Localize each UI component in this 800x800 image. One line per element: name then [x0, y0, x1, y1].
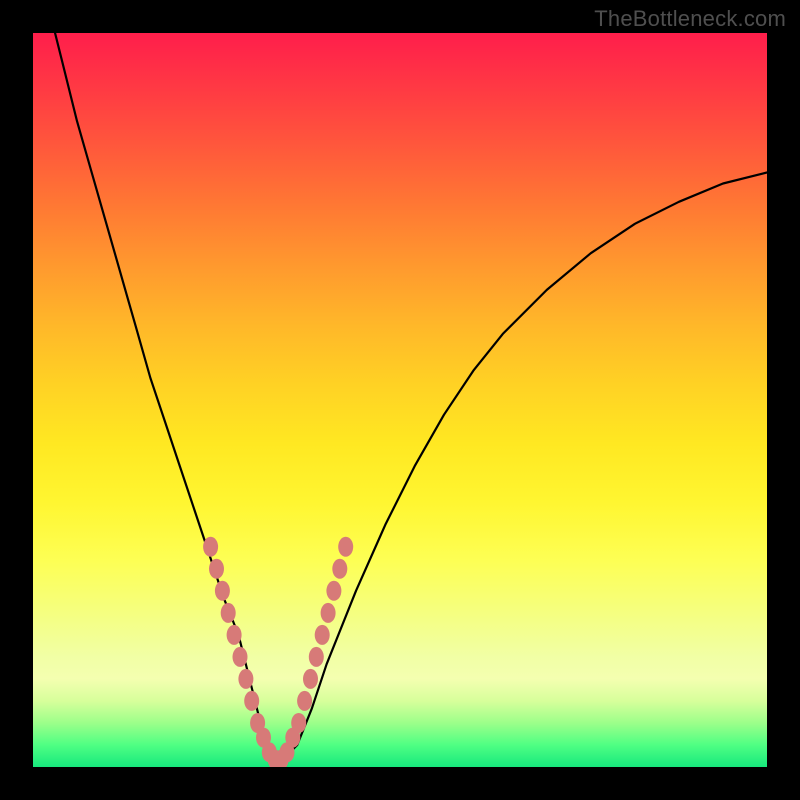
highlight-dot — [338, 537, 353, 557]
highlight-dot — [221, 603, 236, 623]
highlight-dot — [315, 625, 330, 645]
highlight-dot — [238, 669, 253, 689]
highlight-dot — [233, 647, 248, 667]
highlight-dot — [227, 625, 242, 645]
bottleneck-curve — [48, 33, 767, 760]
highlight-dot — [297, 691, 312, 711]
curve-layer — [48, 33, 767, 760]
chart-frame: TheBottleneck.com — [0, 0, 800, 800]
highlight-dot — [203, 537, 218, 557]
highlight-dot — [244, 691, 259, 711]
highlight-dot — [321, 603, 336, 623]
highlight-dot — [209, 559, 224, 579]
highlight-dot — [326, 581, 341, 601]
highlight-dot — [309, 647, 324, 667]
highlight-dot — [291, 713, 306, 733]
chart-svg — [33, 33, 767, 767]
watermark-text: TheBottleneck.com — [594, 6, 786, 32]
highlight-dot — [332, 559, 347, 579]
highlight-dot — [303, 669, 318, 689]
plot-area — [33, 33, 767, 767]
highlight-dot — [215, 581, 230, 601]
